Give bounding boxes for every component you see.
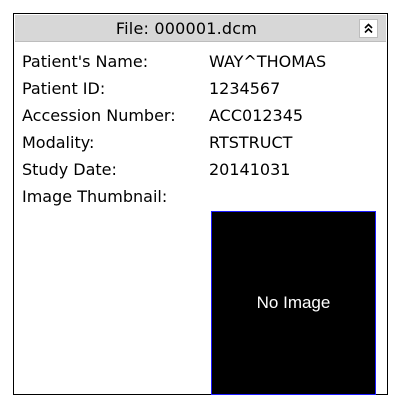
modality-label: Modality: [22, 133, 95, 152]
collapse-button[interactable] [359, 19, 378, 38]
image-thumbnail: No Image [211, 211, 376, 395]
double-chevron-up-icon [364, 23, 373, 34]
modality-value: RTSTRUCT [209, 133, 293, 152]
panel-title: File: 000001.dcm [115, 19, 258, 38]
dicom-info-panel: File: 000001.dcm Patient's Name: WAY^THO… [13, 13, 388, 395]
study-date-value: 20141031 [209, 160, 291, 179]
accession-number-value: ACC012345 [209, 106, 304, 125]
accession-number-label: Accession Number: [22, 106, 176, 125]
image-thumbnail-label: Image Thumbnail: [22, 187, 168, 206]
study-date-label: Study Date: [22, 160, 117, 179]
patient-name-label: Patient's Name: [22, 52, 149, 71]
patient-name-value: WAY^THOMAS [209, 52, 327, 71]
patient-id-value: 1234567 [209, 79, 281, 98]
panel-title-bar: File: 000001.dcm [15, 15, 386, 42]
patient-id-label: Patient ID: [22, 79, 106, 98]
no-image-placeholder: No Image [256, 293, 331, 312]
